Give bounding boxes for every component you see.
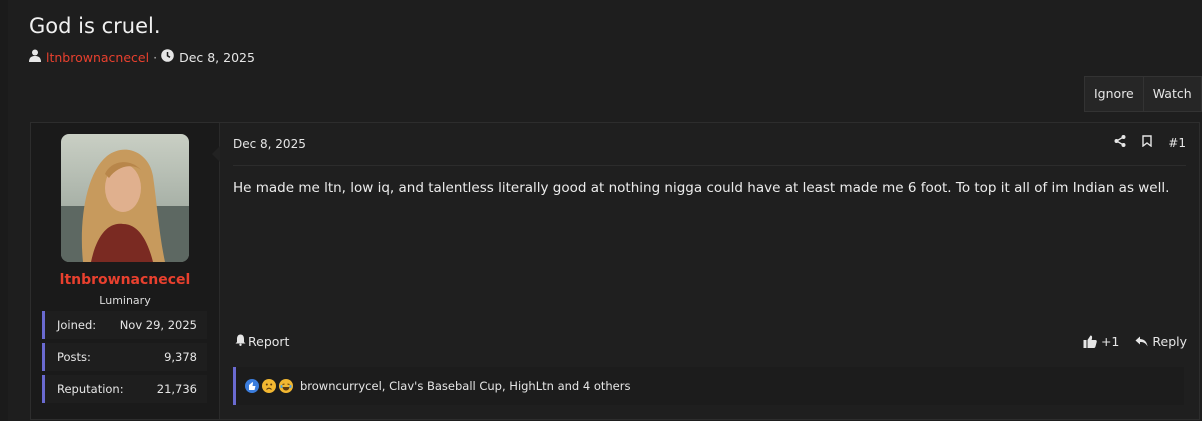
post-date[interactable]: Dec 8, 2025	[233, 137, 306, 151]
report-button[interactable]: Report	[235, 334, 289, 349]
like-reaction-icon	[245, 379, 259, 393]
stat-reputation: Reputation: 21,736	[42, 375, 207, 403]
page: God is cruel. ltnbrownacnecel · Dec 8, 2…	[8, 0, 1202, 421]
thread-date[interactable]: Dec 8, 2025	[179, 50, 255, 65]
thread-author-link[interactable]: ltnbrownacnecel	[46, 50, 149, 65]
laugh-reaction-icon	[279, 379, 293, 393]
post-number[interactable]: #1	[1168, 136, 1186, 150]
stat-joined: Joined: Nov 29, 2025	[42, 311, 207, 339]
bell-icon	[235, 334, 246, 349]
share-icon[interactable]	[1114, 135, 1126, 150]
report-label: Report	[248, 334, 290, 349]
reply-icon	[1135, 336, 1148, 347]
stat-label: Reputation:	[57, 382, 124, 396]
bookmark-icon[interactable]	[1142, 135, 1152, 150]
post-footer-actions: +1 Reply	[1083, 334, 1187, 349]
reply-label: Reply	[1152, 334, 1187, 349]
post-header: Dec 8, 2025 #1	[233, 123, 1186, 166]
post: ltnbrownacnecel Luminary Joined: Nov 29,…	[30, 122, 1200, 420]
stat-value: 21,736	[156, 382, 197, 396]
post-username[interactable]: ltnbrownacnecel	[31, 272, 219, 288]
post-arrow	[212, 146, 220, 162]
reply-button[interactable]: Reply	[1135, 334, 1187, 349]
user-icon	[29, 49, 41, 65]
like-button[interactable]: +1	[1083, 334, 1119, 349]
avatar[interactable]	[61, 134, 189, 262]
user-title: Luminary	[99, 294, 151, 307]
reactions-bar[interactable]: browncurrycel, Clav's Baseball Cup, High…	[233, 367, 1184, 405]
thread-action-buttons: Ignore Watch	[1084, 76, 1202, 112]
post-user-info: ltnbrownacnecel Luminary Joined: Nov 29,…	[31, 123, 220, 419]
thread-meta: ltnbrownacnecel · Dec 8, 2025	[29, 49, 255, 65]
stat-label: Posts:	[57, 350, 91, 364]
meta-separator: ·	[153, 49, 158, 65]
post-body: He made me ltn, low iq, and talentless l…	[233, 180, 1170, 196]
ignore-button[interactable]: Ignore	[1085, 77, 1143, 111]
like-count: +1	[1100, 334, 1120, 349]
sad-reaction-icon	[262, 379, 276, 393]
stat-label: Joined:	[57, 318, 97, 332]
reactions-list[interactable]: browncurrycel, Clav's Baseball Cup, High…	[300, 379, 630, 393]
stat-value: Nov 29, 2025	[119, 318, 197, 332]
user-stats: Joined: Nov 29, 2025 Posts: 9,378 Reputa…	[42, 311, 207, 407]
clock-icon	[161, 49, 174, 65]
post-message: Dec 8, 2025 #1 He made me ltn, low iq, a…	[220, 123, 1199, 419]
watch-button[interactable]: Watch	[1142, 77, 1201, 111]
stat-value: 9,378	[164, 350, 197, 364]
post-header-actions: #1	[1114, 135, 1186, 150]
thumbs-up-icon	[1083, 335, 1097, 348]
stat-posts: Posts: 9,378	[42, 343, 207, 371]
thread-title: God is cruel.	[29, 14, 161, 38]
